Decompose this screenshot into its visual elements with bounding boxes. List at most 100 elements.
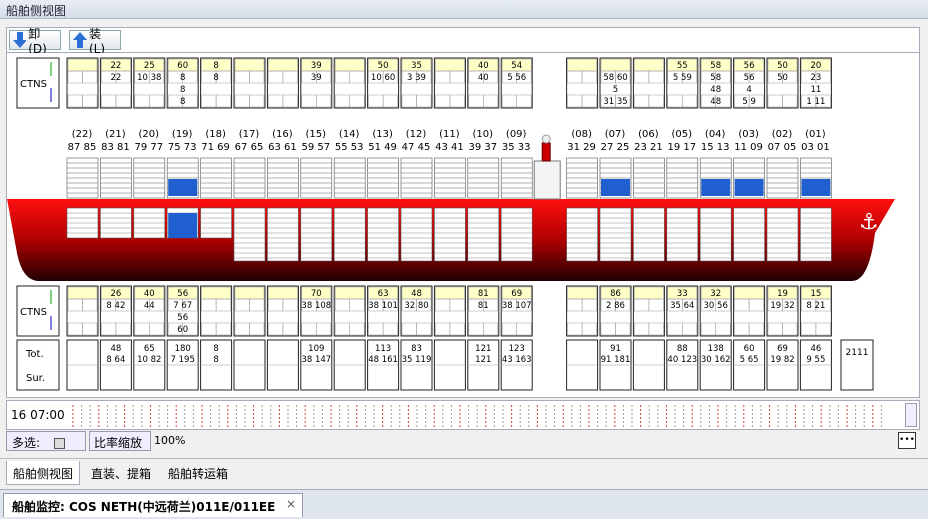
funnel-smoke — [541, 134, 551, 144]
timeline-area[interactable]: 16 07:00 — [6, 400, 920, 430]
top-bay-header — [234, 58, 265, 72]
bay-label: (04) — [705, 129, 726, 140]
window-title: 船舶侧视图 — [0, 0, 928, 19]
bottom-bay-header — [234, 286, 265, 300]
top-bay-header — [634, 58, 664, 72]
bay-numbers: 07 05 — [768, 142, 797, 153]
surplus-count: 7 195 — [171, 355, 195, 365]
unload-button[interactable]: 卸(D) — [9, 27, 61, 56]
close-icon[interactable]: × — [286, 497, 296, 511]
total-count: 113 — [375, 344, 391, 354]
timeline-time: 16 07:00 — [11, 408, 65, 422]
surplus-count: 9 55 — [806, 355, 825, 365]
sur-label: Sur. — [26, 373, 45, 384]
top-count-c: 4 — [746, 85, 751, 95]
total-count: 180 — [175, 344, 191, 354]
total-count: 48 — [110, 344, 121, 354]
bay-label: (09) — [506, 129, 527, 140]
surplus-count: 38 147 — [301, 355, 331, 365]
bay-numbers: 67 65 — [235, 142, 264, 153]
bottom-count-b: 81 — [478, 301, 489, 311]
top-count-b: 56 — [744, 73, 755, 83]
document-tab-title: 船舶监控: COS NETH(中远荷兰)011E/011EE — [12, 500, 276, 514]
bottom-count-a: 69 — [511, 289, 522, 299]
bay-label: (06) — [638, 129, 659, 140]
bay-numbers: 75 73 — [168, 142, 197, 153]
bay-label: (20) — [139, 129, 160, 140]
top-count-b: 5 56 — [507, 73, 526, 83]
unload-label: 卸(D) — [28, 26, 47, 56]
blue-container — [701, 179, 731, 196]
top-count-b: 50 — [777, 73, 788, 83]
bottom-bay-header — [567, 286, 597, 300]
total-count: 8 — [213, 344, 218, 354]
bay-label: (07) — [605, 129, 626, 140]
more-icon[interactable]: ••• — [898, 432, 916, 449]
bottom-bar: 多选: 比率缩放 100% ••• — [6, 430, 920, 452]
checkbox-icon[interactable] — [53, 438, 65, 449]
arrow-up-icon — [73, 32, 87, 48]
bay-numbers: 27 25 — [601, 142, 630, 153]
total-count: 91 — [610, 344, 621, 354]
multi-select-toggle[interactable]: 多选: — [6, 431, 86, 451]
top-count-b: 5 59 — [673, 73, 692, 83]
bay-label: (22) — [72, 129, 93, 140]
bottom-count-b: 38 108 — [301, 301, 331, 311]
tab-side-view[interactable]: 船舶侧视图 — [6, 461, 81, 485]
bay-label: (13) — [372, 129, 393, 140]
bottom-count-b: 35 64 — [670, 301, 694, 311]
bottom-bay-header — [334, 286, 365, 300]
total-count: 83 — [411, 344, 422, 354]
bay-label: (12) — [406, 129, 427, 140]
top-count-a: 35 — [411, 61, 422, 71]
bay-numbers: 15 13 — [701, 142, 730, 153]
bay-numbers: 39 37 — [468, 142, 497, 153]
surplus-count: 91 181 — [601, 355, 631, 365]
bottom-count-a: 86 — [610, 289, 621, 299]
bridge-tower — [533, 160, 561, 200]
blue-container — [801, 179, 831, 196]
bottom-bay-header — [734, 286, 764, 300]
top-count-b: 58 — [710, 73, 721, 83]
bay-numbers: 47 45 — [402, 142, 431, 153]
top-count-b: 23 — [810, 73, 821, 83]
bottom-count-d: 60 — [177, 325, 188, 335]
bottom-count-a: 19 — [777, 289, 788, 299]
tab-transfer[interactable]: 船舶转运箱 — [162, 461, 234, 485]
surplus-count: 35 119 — [402, 355, 432, 365]
top-bay-header — [600, 58, 631, 72]
bottom-ctns-label: CTNS — [20, 307, 47, 318]
top-count-a: 50 — [378, 61, 389, 71]
bay-label: (18) — [205, 129, 226, 140]
bay-label: (14) — [339, 129, 360, 140]
bottom-count-b: 2 86 — [606, 301, 625, 311]
surplus-count: 43 163 — [502, 355, 532, 365]
bottom-count-a: 26 — [110, 289, 121, 299]
tab-direct-load[interactable]: 直装、提箱 — [85, 461, 157, 485]
scale-button[interactable]: 比率缩放 — [89, 431, 151, 451]
bay-numbers: 83 81 — [101, 142, 130, 153]
bay-numbers: 63 61 — [268, 142, 297, 153]
top-bay-header — [268, 58, 298, 72]
blue-container — [168, 179, 198, 196]
timeline-scrollbar[interactable] — [905, 403, 917, 427]
top-count-c: 48 — [710, 85, 721, 95]
top-count-a: 58 — [710, 61, 721, 71]
top-count-d: 48 — [710, 97, 721, 107]
top-count-a: 25 — [144, 61, 155, 71]
top-count-a: 22 — [110, 61, 121, 71]
bay-label: (19) — [172, 129, 193, 140]
bay-label: (16) — [272, 129, 293, 140]
bay-numbers: 23 21 — [634, 142, 663, 153]
top-count-a: 50 — [777, 61, 788, 71]
top-count-b: 8 — [213, 73, 218, 83]
top-count-c: 11 — [810, 85, 821, 95]
bottom-count-b: 44 — [144, 301, 155, 311]
bottom-bay-header — [67, 286, 98, 300]
total-count: 69 — [777, 344, 788, 354]
load-button[interactable]: 装(L) — [69, 27, 121, 56]
document-tab[interactable]: 船舶监控: COS NETH(中远荷兰)011E/011EE × — [3, 493, 303, 517]
blue-container — [601, 179, 630, 196]
bottom-bay-header — [435, 286, 465, 300]
bottom-count-a: 56 — [177, 289, 188, 299]
